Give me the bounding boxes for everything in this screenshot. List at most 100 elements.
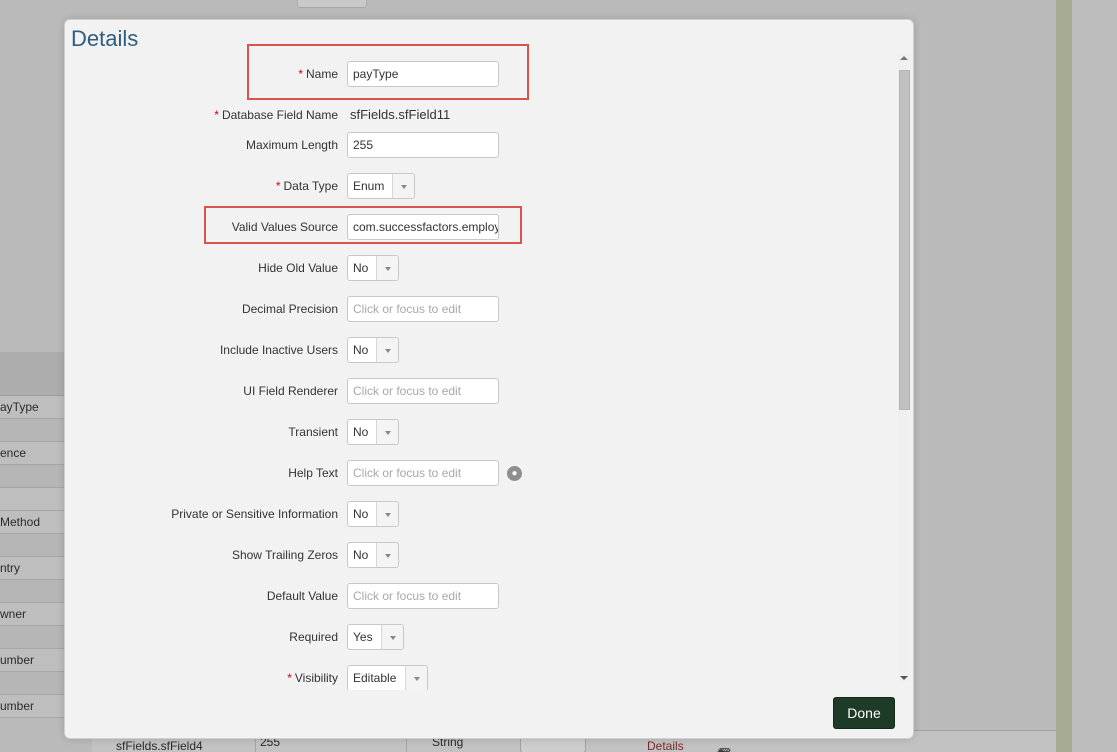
field-label-text: Transient — [288, 425, 338, 439]
table-row — [0, 534, 64, 557]
field-label-text: Maximum Length — [245, 138, 338, 152]
select-value: No — [353, 425, 369, 439]
field-row-transient: Transient No — [65, 419, 895, 445]
scroll-down-arrow-icon[interactable] — [900, 676, 908, 680]
field-label-data-type: * Data Type — [276, 173, 338, 199]
scroll-up-arrow-icon[interactable] — [900, 56, 908, 60]
hide-old-value-select[interactable]: No — [347, 255, 399, 281]
background-right-strip — [1056, 0, 1072, 752]
chevron-down-icon[interactable] — [376, 502, 398, 526]
background-table-header — [0, 352, 64, 396]
field-row-ui-field-renderer: UI Field Renderer Click or focus to edit — [65, 378, 895, 404]
chevron-down-icon[interactable] — [376, 338, 398, 362]
chevron-down-icon[interactable] — [392, 174, 414, 198]
field-label-transient: Transient — [288, 419, 338, 445]
field-row-decimal-precision: Decimal Precision Click or focus to edit — [65, 296, 895, 322]
chevron-down-icon[interactable] — [376, 256, 398, 280]
field-label-include-inactive-users: Include Inactive Users — [220, 337, 338, 363]
details-form: * Name payType * Database Field Name sfFields… — [65, 20, 895, 690]
field-label-text: Data Type — [283, 179, 338, 193]
field-row-default-value: Default Value Click or focus to edit — [65, 583, 895, 609]
chevron-down-icon[interactable] — [376, 420, 398, 444]
field-label-text: Show Trailing Zeros — [231, 548, 338, 562]
select-value: Enum — [353, 179, 385, 193]
field-label-default-value: Default Value — [267, 583, 338, 609]
field-row-required: Required Yes — [65, 624, 895, 650]
field-row-maximum-length: Maximum Length 255 — [65, 132, 895, 158]
select-value: Yes — [353, 630, 373, 644]
table-row: umber — [0, 649, 64, 672]
table-row: ntry — [0, 557, 64, 580]
field-row-show-trailing-zeros: Show Trailing Zeros No — [65, 542, 895, 568]
data-type-select[interactable]: Enum — [347, 173, 415, 199]
show-trailing-zeros-select[interactable]: No — [347, 542, 399, 568]
select-value: No — [353, 343, 369, 357]
background-table: ayType ence Method ntry wner umber umber — [0, 396, 64, 718]
background-field-name: sfFields.sfField4 — [116, 739, 203, 752]
decimal-precision-input[interactable]: Click or focus to edit — [347, 296, 499, 322]
field-label-text: Help Text — [288, 466, 338, 480]
details-dialog: Details * Name payType * Database Field Name… — [64, 19, 914, 739]
transient-select[interactable]: No — [347, 419, 399, 445]
visibility-select[interactable]: Editable — [347, 665, 428, 690]
scrollbar-thumb[interactable] — [899, 70, 910, 410]
include-inactive-users-select[interactable]: No — [347, 337, 399, 363]
highlight-box-name — [247, 44, 529, 100]
field-label-text: Private or Sensitive Information — [171, 507, 338, 521]
field-label-text: Visibility — [294, 671, 338, 685]
select-value: Editable — [353, 671, 397, 685]
field-label-help-text: Help Text — [288, 460, 338, 486]
table-row — [0, 465, 64, 488]
field-label-text: Include Inactive Users — [219, 343, 338, 357]
table-row: wner — [0, 603, 64, 626]
table-row: ayType — [0, 396, 64, 419]
maximum-length-input[interactable]: 255 — [347, 132, 499, 158]
field-label-private-or-sensitive-information: Private or Sensitive Information — [171, 501, 338, 527]
database-field-name-value: sfFields.sfField11 — [350, 107, 451, 122]
required-star: * — [214, 108, 219, 122]
help-text-input[interactable]: Click or focus to edit — [347, 460, 499, 486]
done-button[interactable]: Done — [833, 697, 895, 729]
field-label-ui-field-renderer: UI Field Renderer — [243, 378, 338, 404]
table-row — [0, 580, 64, 603]
ui-field-renderer-input[interactable]: Click or focus to edit — [347, 378, 499, 404]
required-select[interactable]: Yes — [347, 624, 404, 650]
required-star: * — [287, 671, 292, 685]
table-row: Method — [0, 511, 64, 534]
highlight-box-valid-values-source — [204, 206, 522, 244]
field-row-include-inactive-users: Include Inactive Users No — [65, 337, 895, 363]
table-row — [0, 419, 64, 442]
table-row — [0, 488, 64, 511]
field-label-text: Database Field Name — [221, 108, 338, 122]
field-row-data-type: * Data Type Enum — [65, 173, 895, 199]
table-row — [0, 672, 64, 695]
field-label-maximum-length: Maximum Length — [246, 132, 338, 158]
table-row: umber — [0, 695, 64, 718]
globe-icon[interactable]: ● — [507, 466, 522, 481]
field-row-hide-old-value: Hide Old Value No — [65, 255, 895, 281]
field-label-text: Required — [289, 630, 338, 644]
required-star: * — [275, 179, 281, 193]
select-value: No — [353, 507, 369, 521]
field-label-text: UI Field Renderer — [243, 384, 338, 398]
private-or-sensitive-information-select[interactable]: No — [347, 501, 399, 527]
field-label-text: Default Value — [266, 589, 338, 603]
table-row: ence — [0, 442, 64, 465]
select-value: No — [353, 548, 369, 562]
select-value: No — [353, 261, 369, 275]
background-top-button — [297, 0, 367, 8]
field-label-database-field-name: * Database Field Name — [214, 102, 338, 128]
field-row-private-or-sensitive-information: Private or Sensitive Information No — [65, 501, 895, 527]
default-value-input[interactable]: Click or focus to edit — [347, 583, 499, 609]
chevron-down-icon[interactable] — [381, 625, 403, 649]
field-label-required: Required — [289, 624, 338, 650]
field-label-hide-old-value: Hide Old Value — [258, 255, 338, 281]
chevron-down-icon[interactable] — [376, 543, 398, 567]
field-row-visibility: * Visibility Editable — [65, 665, 895, 690]
field-label-visibility: * Visibility — [287, 665, 338, 690]
field-label-decimal-precision: Decimal Precision — [242, 296, 338, 322]
asterisk-icon: ✱ — [716, 747, 733, 752]
table-row — [0, 626, 64, 649]
field-label-show-trailing-zeros: Show Trailing Zeros — [232, 542, 338, 568]
chevron-down-icon[interactable] — [405, 666, 427, 690]
